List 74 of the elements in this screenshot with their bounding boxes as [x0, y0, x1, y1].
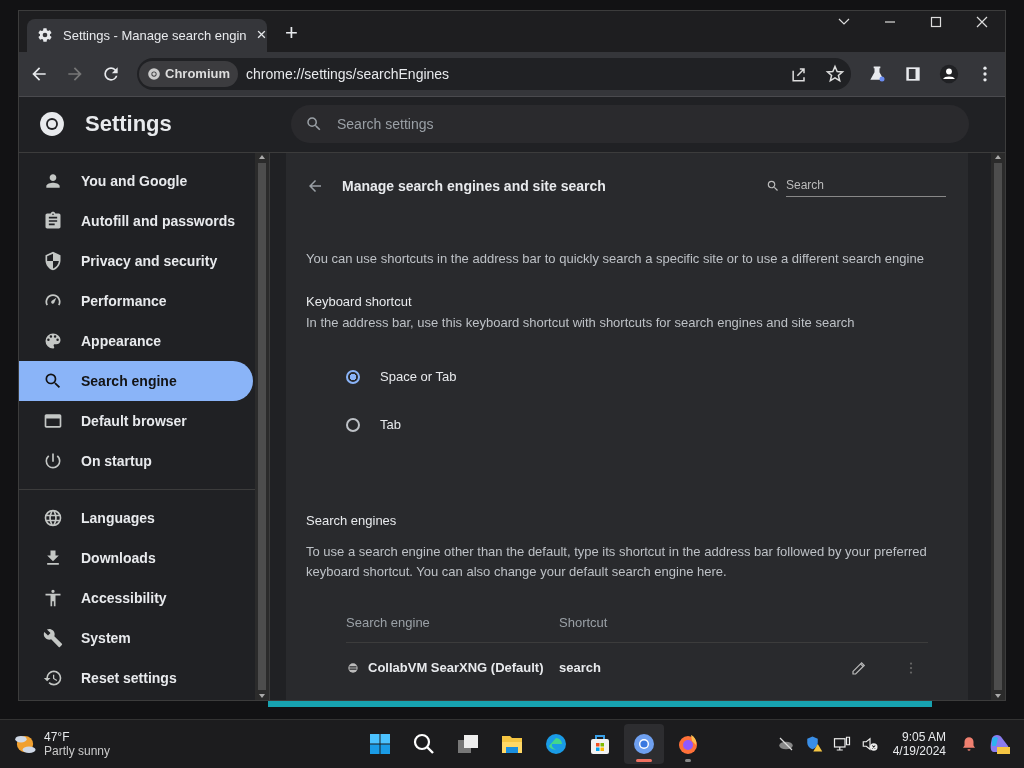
wave-logo-icon — [544, 732, 569, 756]
clock-date: 4/19/2024 — [892, 744, 946, 758]
section-description: To use a search engine other than the default, type its shortcut in the address bar followed by your preferred keyboard shortcut. You can also change your default search engine here. — [306, 543, 928, 581]
section-heading: Keyboard shortcut — [306, 294, 413, 309]
sidebar-item[interactable]: Languages — [19, 498, 253, 538]
clock-time: 9:05 AM — [902, 730, 946, 744]
radio-label: Tab — [380, 417, 401, 433]
power-icon — [43, 451, 63, 471]
task-view-icon — [456, 732, 481, 756]
scrollbar[interactable] — [255, 153, 269, 701]
browser-tab[interactable]: Settings - Manage search engin × — [27, 19, 267, 52]
pencil-icon[interactable] — [850, 659, 868, 677]
section-description: In the address bar, use this keyboard shortcut with shortcuts for search engines and site search — [306, 314, 856, 332]
engine-name: CollabVM SearXNG (Default) — [368, 660, 544, 676]
settings-title: Settings — [85, 111, 172, 138]
shield-warning-icon[interactable] — [804, 735, 823, 753]
temperature: 47°F — [44, 730, 71, 744]
accessibility-icon — [43, 588, 63, 608]
radio-button[interactable] — [346, 418, 360, 432]
radio-label: Space or Tab — [380, 369, 457, 385]
shield-icon — [43, 251, 63, 271]
scroll-up-arrow-icon[interactable] — [994, 153, 1002, 161]
radio-button[interactable] — [346, 370, 360, 384]
taskbar-app[interactable] — [624, 724, 665, 764]
url-text: chrome://settings/searchEngines — [246, 66, 450, 82]
cloud-off-icon[interactable] — [776, 735, 795, 753]
browser-logo-icon — [39, 111, 65, 138]
tab-title: Settings - Manage search engin — [63, 28, 247, 43]
weather-condition: Partly sunny — [44, 744, 111, 758]
close-tab-button[interactable]: × — [256, 25, 267, 46]
scroll-up-arrow-icon[interactable] — [258, 153, 266, 161]
section-heading: Search engines — [306, 513, 398, 528]
sidebar-item[interactable]: Accessibility — [19, 578, 253, 618]
address-bar[interactable]: Chromium chrome://settings/searchEngines — [137, 58, 851, 90]
browser-logo-icon — [632, 732, 657, 756]
radio-option[interactable]: Space or Tab — [346, 353, 948, 401]
sidebar-item[interactable]: Appearance — [19, 321, 253, 361]
sidebar-item[interactable]: On startup — [19, 441, 253, 481]
search-field[interactable]: Search — [786, 174, 946, 198]
sidebar-item[interactable]: Performance — [19, 281, 253, 321]
sidebar-item[interactable]: Search engine — [19, 361, 253, 401]
radio-option[interactable]: Tab — [346, 401, 948, 449]
clock[interactable]: 9:05 AM 4/19/2024 — [888, 730, 950, 758]
colorful-logo-icon[interactable] — [988, 732, 1012, 756]
palette-icon — [43, 331, 63, 351]
sidebar-item[interactable]: You and Google — [19, 161, 253, 201]
scrollbar[interactable] — [991, 153, 1005, 701]
sidebar-item[interactable]: Autofill and passwords — [19, 201, 253, 241]
column-header: Shortcut — [559, 615, 608, 631]
search-icon — [43, 371, 63, 391]
browser-logo-icon — [147, 67, 161, 81]
speaker-muted-icon[interactable] — [860, 735, 879, 753]
sidebar-item[interactable]: Default browser — [19, 401, 253, 441]
wrench-icon — [43, 628, 63, 648]
weather-widget[interactable]: 47°F Partly sunny — [12, 730, 212, 758]
column-header: Search engine — [346, 615, 431, 631]
network-icon[interactable] — [832, 735, 851, 753]
history-icon — [43, 668, 63, 688]
clipboard-icon — [43, 211, 63, 231]
new-tab-button[interactable]: + — [285, 20, 298, 46]
page-title: Manage search engines and site search — [342, 178, 606, 194]
site-chip[interactable]: Chromium — [139, 61, 238, 87]
sidebar-item[interactable]: Privacy and security — [19, 241, 253, 281]
search-icon — [766, 179, 780, 193]
intro-text: You can use shortcuts in the address bar to quickly search a specific site or to use a different search engine — [306, 251, 925, 266]
gear-icon — [37, 27, 53, 44]
engine-shortcut: search — [559, 660, 601, 676]
search-field[interactable]: Search settings — [291, 105, 969, 144]
bell-icon[interactable] — [960, 735, 978, 753]
browser-icon — [43, 411, 63, 431]
sidebar-item[interactable]: System — [19, 618, 253, 658]
windows-logo-icon — [368, 732, 393, 756]
sidebar-item[interactable]: Downloads — [19, 538, 253, 578]
sidebar-item[interactable]: Reset settings — [19, 658, 253, 698]
